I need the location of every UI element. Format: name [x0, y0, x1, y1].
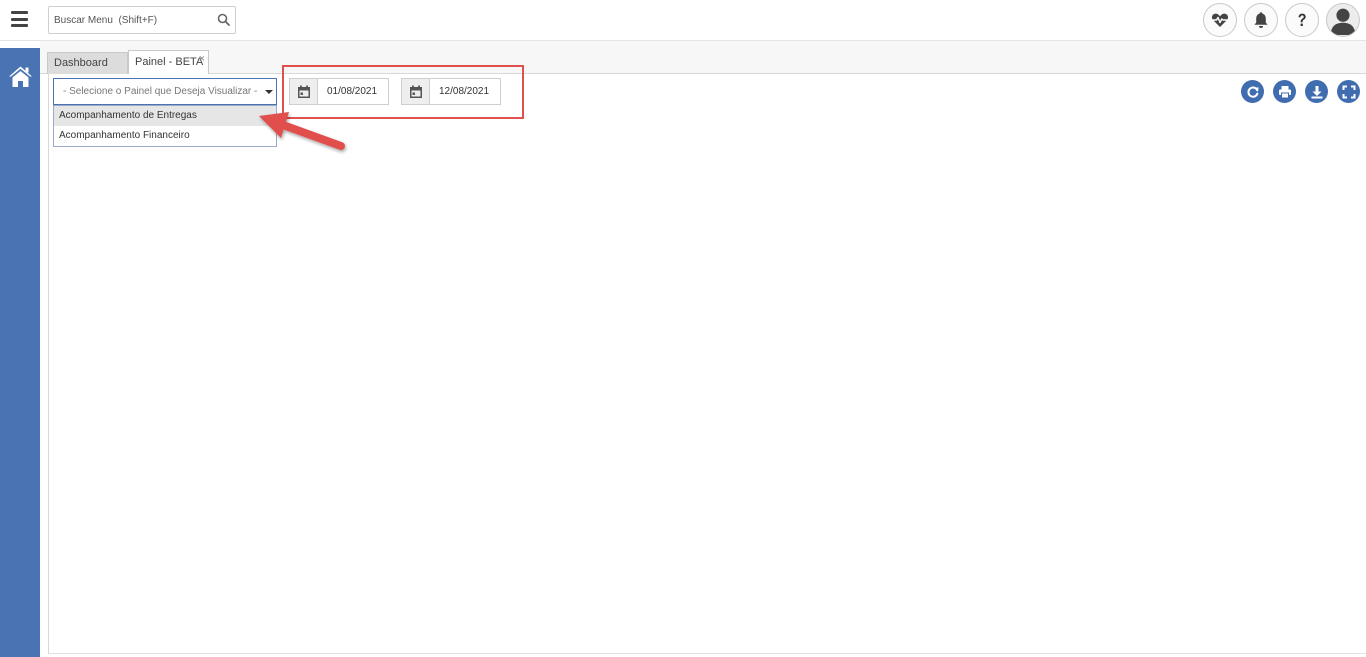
- fullscreen-button[interactable]: [1337, 80, 1360, 103]
- dropdown-option-entregas[interactable]: Acompanhamento de Entregas: [54, 106, 276, 126]
- download-button[interactable]: [1305, 80, 1328, 103]
- panel-select-placeholder: - Selecione o Painel que Deseja Visualiz…: [63, 86, 258, 97]
- fullscreen-icon: [1342, 85, 1355, 98]
- hamburger-menu-icon[interactable]: [11, 11, 28, 27]
- notifications-button[interactable]: [1244, 3, 1278, 37]
- sidebar: [0, 48, 40, 657]
- print-button[interactable]: [1273, 80, 1296, 103]
- refresh-button[interactable]: [1241, 80, 1264, 103]
- home-icon[interactable]: [8, 65, 33, 88]
- tab-strip: Dashboard Painel - BETA ×: [40, 41, 1366, 75]
- panel-dropdown-list: Acompanhamento de Entregas Acompanhament…: [53, 105, 277, 147]
- tab-close-icon[interactable]: ×: [199, 51, 205, 68]
- tab-painel-beta[interactable]: Painel - BETA ×: [128, 50, 209, 75]
- panel-select[interactable]: - Selecione o Painel que Deseja Visualiz…: [53, 78, 277, 105]
- bell-icon: [1254, 12, 1268, 28]
- download-icon: [1311, 85, 1322, 98]
- user-avatar[interactable]: [1326, 3, 1360, 37]
- search-icon[interactable]: [216, 12, 232, 28]
- user-avatar-icon: [1330, 8, 1356, 35]
- chevron-down-icon: [265, 90, 273, 94]
- top-bar: [0, 0, 1366, 41]
- tab-label: Dashboard: [54, 57, 108, 69]
- start-date-calendar-button[interactable]: [290, 79, 318, 104]
- header-actions: [1203, 3, 1360, 37]
- start-date-group: [289, 78, 389, 105]
- help-button[interactable]: [1285, 3, 1319, 37]
- end-date-group: [401, 78, 501, 105]
- end-date-calendar-button[interactable]: [402, 79, 430, 104]
- end-date-input[interactable]: [430, 79, 500, 104]
- print-icon: [1278, 85, 1291, 98]
- search-input[interactable]: [49, 7, 213, 33]
- refresh-icon: [1246, 86, 1259, 98]
- health-button[interactable]: [1203, 3, 1237, 37]
- tab-label: Painel - BETA: [135, 56, 204, 68]
- start-date-input[interactable]: [318, 79, 388, 104]
- question-icon: [1298, 13, 1306, 26]
- calendar-icon: [409, 85, 422, 98]
- panel-toolbar: [1241, 80, 1360, 103]
- calendar-icon: [297, 85, 310, 98]
- heart-pulse-icon: [1211, 13, 1229, 27]
- search-box: [48, 6, 236, 34]
- tab-dashboard[interactable]: Dashboard: [47, 52, 128, 74]
- content-area: [48, 74, 1366, 654]
- dropdown-option-financeiro[interactable]: Acompanhamento Financeiro: [54, 126, 276, 146]
